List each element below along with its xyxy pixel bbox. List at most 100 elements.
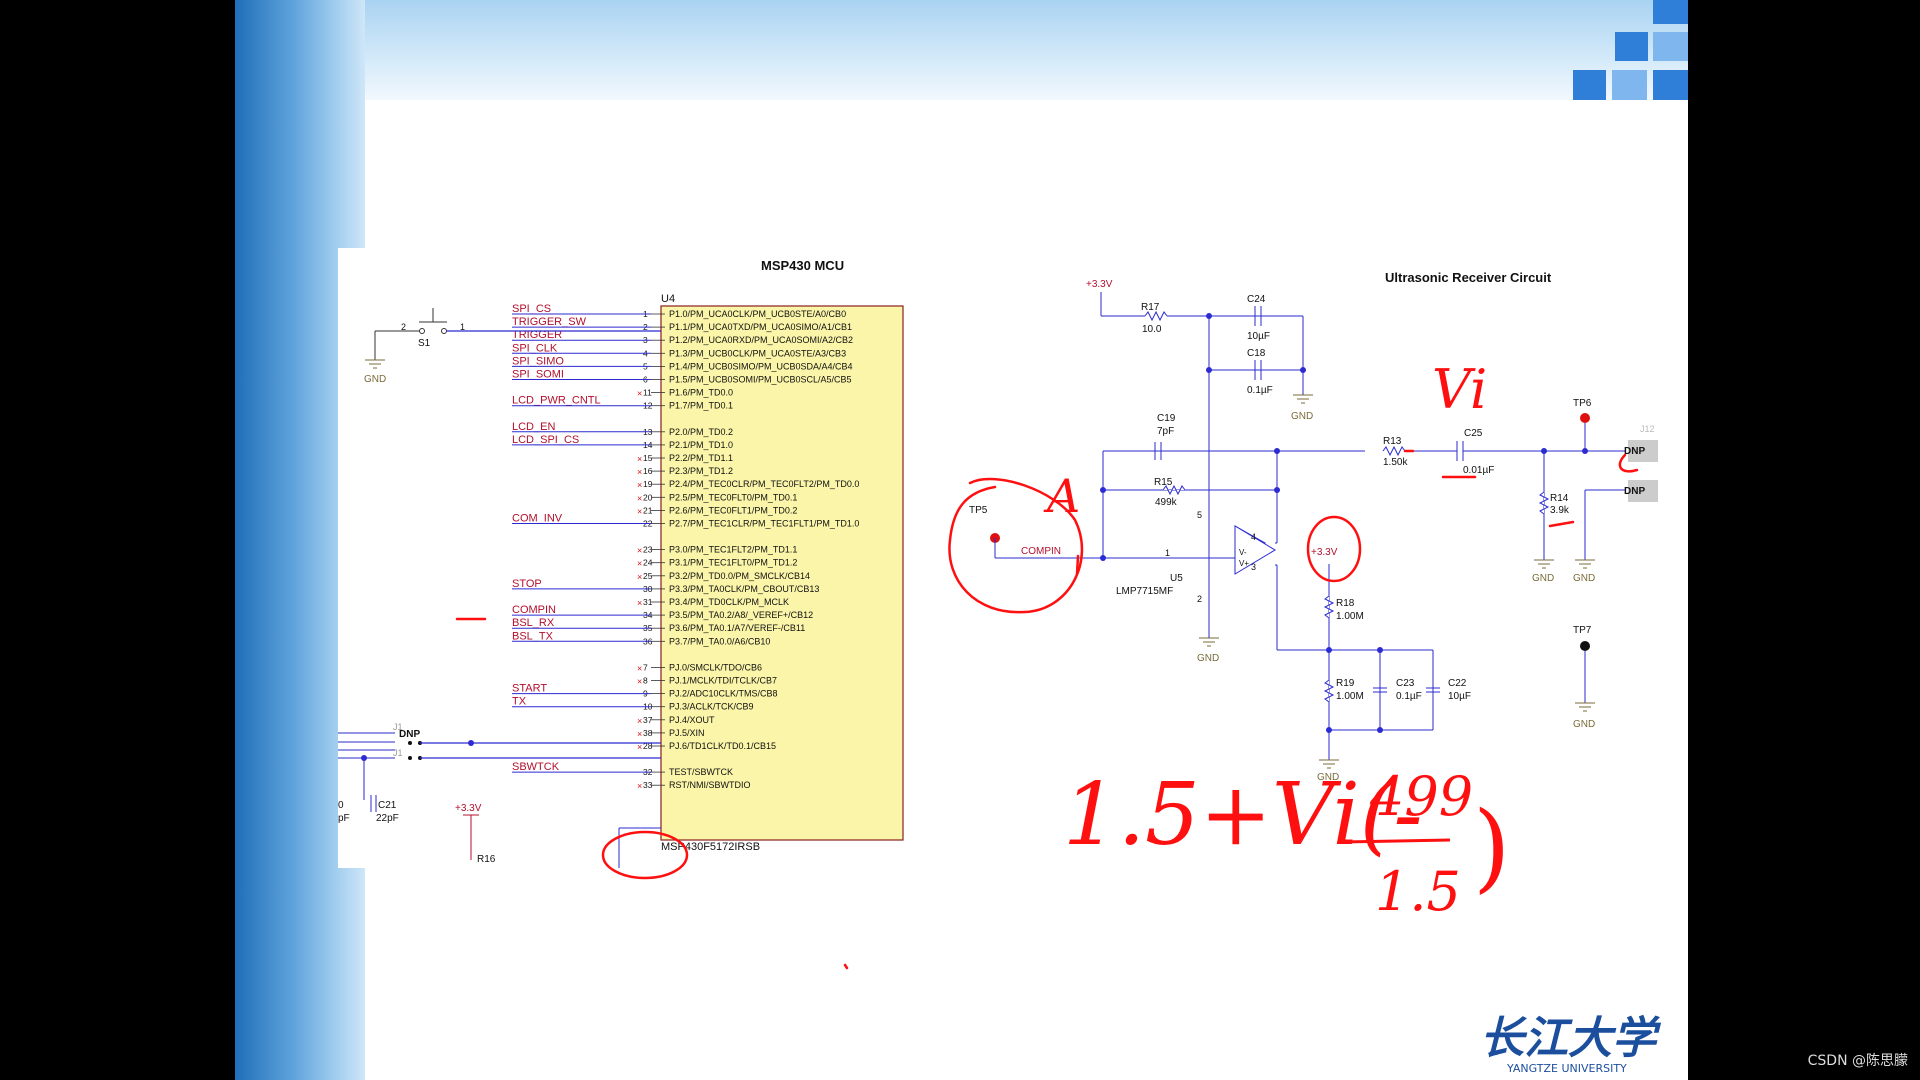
gnd-tp7: GND [1573,719,1595,730]
r17-ref: R17 [1141,302,1160,313]
mcu-net-label: START [512,683,547,695]
r15-value: 499k [1155,497,1178,508]
cap-c20-value: pF [338,813,350,824]
mcu-pin-name: P2.2/PM_TD1.1 [669,453,733,463]
mcu-pin-row: 15 P2.2/PM_TD1.1× [637,453,733,464]
mcu-pin-row: 38 PJ.5/XIN× [637,728,705,739]
mcu-pin-name: P3.4/PM_TD0CLK/PM_MCLK [669,597,789,607]
mcu-net-label: BSL_TX [512,630,554,642]
mcu-supply: +3.3V [455,803,482,814]
cap-c21-ref: C21 [378,800,397,811]
csdn-watermark: CSDN @陈思朦 [1807,1053,1908,1069]
mcu-pin-row: 11 P1.6/PM_TD0.0 × [637,388,733,399]
mcu-pin-name: P3.5/PM_TA0.2/A8/_VEREF+/CB12 [669,610,813,620]
corner-squares-icon [1573,0,1688,100]
no-connect-mark: × [637,729,642,739]
c25-ref: C25 [1464,428,1483,439]
switch-pin1: 1 [460,322,465,332]
c24-value: 10µF [1247,331,1270,342]
mcu-pin-name: PJ.6/TD1CLK/TD0.1/CB15 [669,741,776,751]
mcu-pin-name: PJ.3/ACLK/TCK/CB9 [669,702,754,712]
mcu-net-label: SBWTCK [512,761,560,773]
mcu-pin-name: P2.7/PM_TEC1CLR/PM_TEC1FLT1/PM_TD1.0 [669,519,859,529]
rx-title: Ultrasonic Receiver Circuit [1385,270,1552,285]
mcu-pin-name: P3.6/PM_TA0.1/A7/VEREF-/CB11 [669,623,805,633]
mcu-pin-name: PJ.5/XIN [669,728,705,738]
mcu-ref: U4 [661,293,675,305]
slide: MSP430 MCU U4 1 P1.0/PM_UCA0CLK/PM_UCB0ST… [0,0,1920,1080]
mcu-pin-name: P2.6/PM_TEC0FLT1/PM_TD0.2 [669,505,797,515]
no-connect-mark: × [637,506,642,516]
crystal-ref-1: J1 [393,722,403,732]
mcu-pin-name: PJ.4/XOUT [669,715,715,725]
mcu-pin-name: P1.1/PM_UCA0TXD/PM_UCA0SIMO/A1/CB1 [669,322,852,332]
mcu-pin-number: 7 [643,662,648,672]
mcu-part: MSP430F5172IRSB [661,841,760,853]
formula-fraction-bar [1341,838,1451,844]
mcu-pin-name: P2.1/PM_TD1.0 [669,440,733,450]
mcu-net-label: LCD_SPI_CS [512,434,579,446]
mcu-net-label: SPI_CS [512,303,551,315]
gnd-c18: GND [1291,411,1313,422]
mcu-pin-name: P1.0/PM_UCA0CLK/PM_UCB0STE/A0/CB0 [669,309,846,319]
formula-denominator: 1.5 [1375,860,1461,923]
mcu-pin-row: 16 P2.3/PM_TD1.2× [637,466,733,477]
opamp-vp: V+ [1239,559,1249,568]
mcu-pin-name: P1.2/PM_UCA0RXD/PM_UCA0SOMI/A2/CB2 [669,335,853,345]
rx-supply-bias: +3.3V [1311,547,1338,558]
opamp-pin-5: 5 [1197,510,1202,520]
mcu-net-label: COMPIN [512,604,556,616]
tp5-label: TP5 [969,505,988,516]
formula-left: 1.5+Vi(- [1063,765,1423,865]
gnd-j12: GND [1573,573,1595,584]
mcu-pin-number: 11 [643,388,652,398]
mcu-pin-name: P2.3/PM_TD1.2 [669,466,733,476]
u5-ref: U5 [1170,573,1183,584]
university-logo-en: YANGTZE UNIVERSITY [1506,1062,1627,1075]
no-connect-mark: × [637,781,642,791]
mcu-net-label: TRIGGER_SW [512,316,587,328]
mcu-pin-name: P1.7/PM_TD0.1 [669,401,733,411]
r16-ref: R16 [477,854,496,865]
formula-close: ) [1473,791,1510,903]
mcu-net-label: BSL_RX [512,617,555,629]
university-logo-cn: 长江大学 [1480,1013,1662,1064]
no-connect-mark: × [637,493,642,503]
handwritten-vi: Vi [1432,358,1487,421]
formula-numerator: 499 [1369,765,1473,828]
r13-ref: R13 [1383,436,1402,447]
u5-part: LMP7715MF [1116,586,1173,597]
mcu-net-label: SPI_CLK [512,342,558,354]
c19-ref: C19 [1157,413,1176,424]
mcu-pin-name: P2.4/PM_TEC0CLR/PM_TEC0FLT2/PM_TD0.0 [669,479,859,489]
mcu-pin-name: P3.0/PM_TEC1FLT2/PM_TD1.1 [669,545,797,555]
cap-c21-value: 22pF [376,813,399,824]
mcu-pin-name: RST/NMI/SBWTDIO [669,780,751,790]
mcu-pin-name: P3.7/PM_TA0.0/A6/CB10 [669,636,770,646]
r18-ref: R18 [1336,598,1355,609]
c18-value: 0.1µF [1247,385,1273,396]
mcu-net-label: LCD_EN [512,421,555,433]
dnp-1: DNP [1624,446,1645,457]
mcu-pin-name: P1.3/PM_UCB0CLK/PM_UCA0STE/A3/CB3 [669,348,846,358]
mcu-pin-name: PJ.2/ADC10CLK/TMS/CB8 [669,689,778,699]
mcu-pin-number: 8 [643,676,648,686]
mcu-pin-name: TEST/SBWTCK [669,767,733,777]
no-connect-mark: × [637,546,642,556]
opamp-vm: V- [1239,548,1247,557]
mcu-pin-name: P1.4/PM_UCB0SIMO/PM_UCB0SDA/A4/CB4 [669,361,853,371]
no-connect-mark: × [637,389,642,399]
mcu-pin-name: P3.2/PM_TD0.0/PM_SMCLK/CB14 [669,571,810,581]
mcu-pin-name: PJ.0/SMCLK/TDO/CB6 [669,662,762,672]
no-connect-mark: × [637,480,642,490]
mcu-pin-name: P1.6/PM_TD0.0 [669,388,733,398]
mcu-pin-name: P3.1/PM_TEC1FLT0/PM_TD1.2 [669,558,797,568]
c22-value: 10µF [1448,691,1471,702]
no-connect-mark: × [637,663,642,673]
tp7-label: TP7 [1573,625,1592,636]
c25-value: 0.01µF [1463,465,1494,476]
mcu-pin-name: P2.5/PM_TEC0FLT0/PM_TD0.1 [669,492,797,502]
tp6-label: TP6 [1573,398,1592,409]
mcu-net-label: SPI_SOMI [512,369,564,381]
opamp-pin-3: 3 [1251,562,1256,572]
